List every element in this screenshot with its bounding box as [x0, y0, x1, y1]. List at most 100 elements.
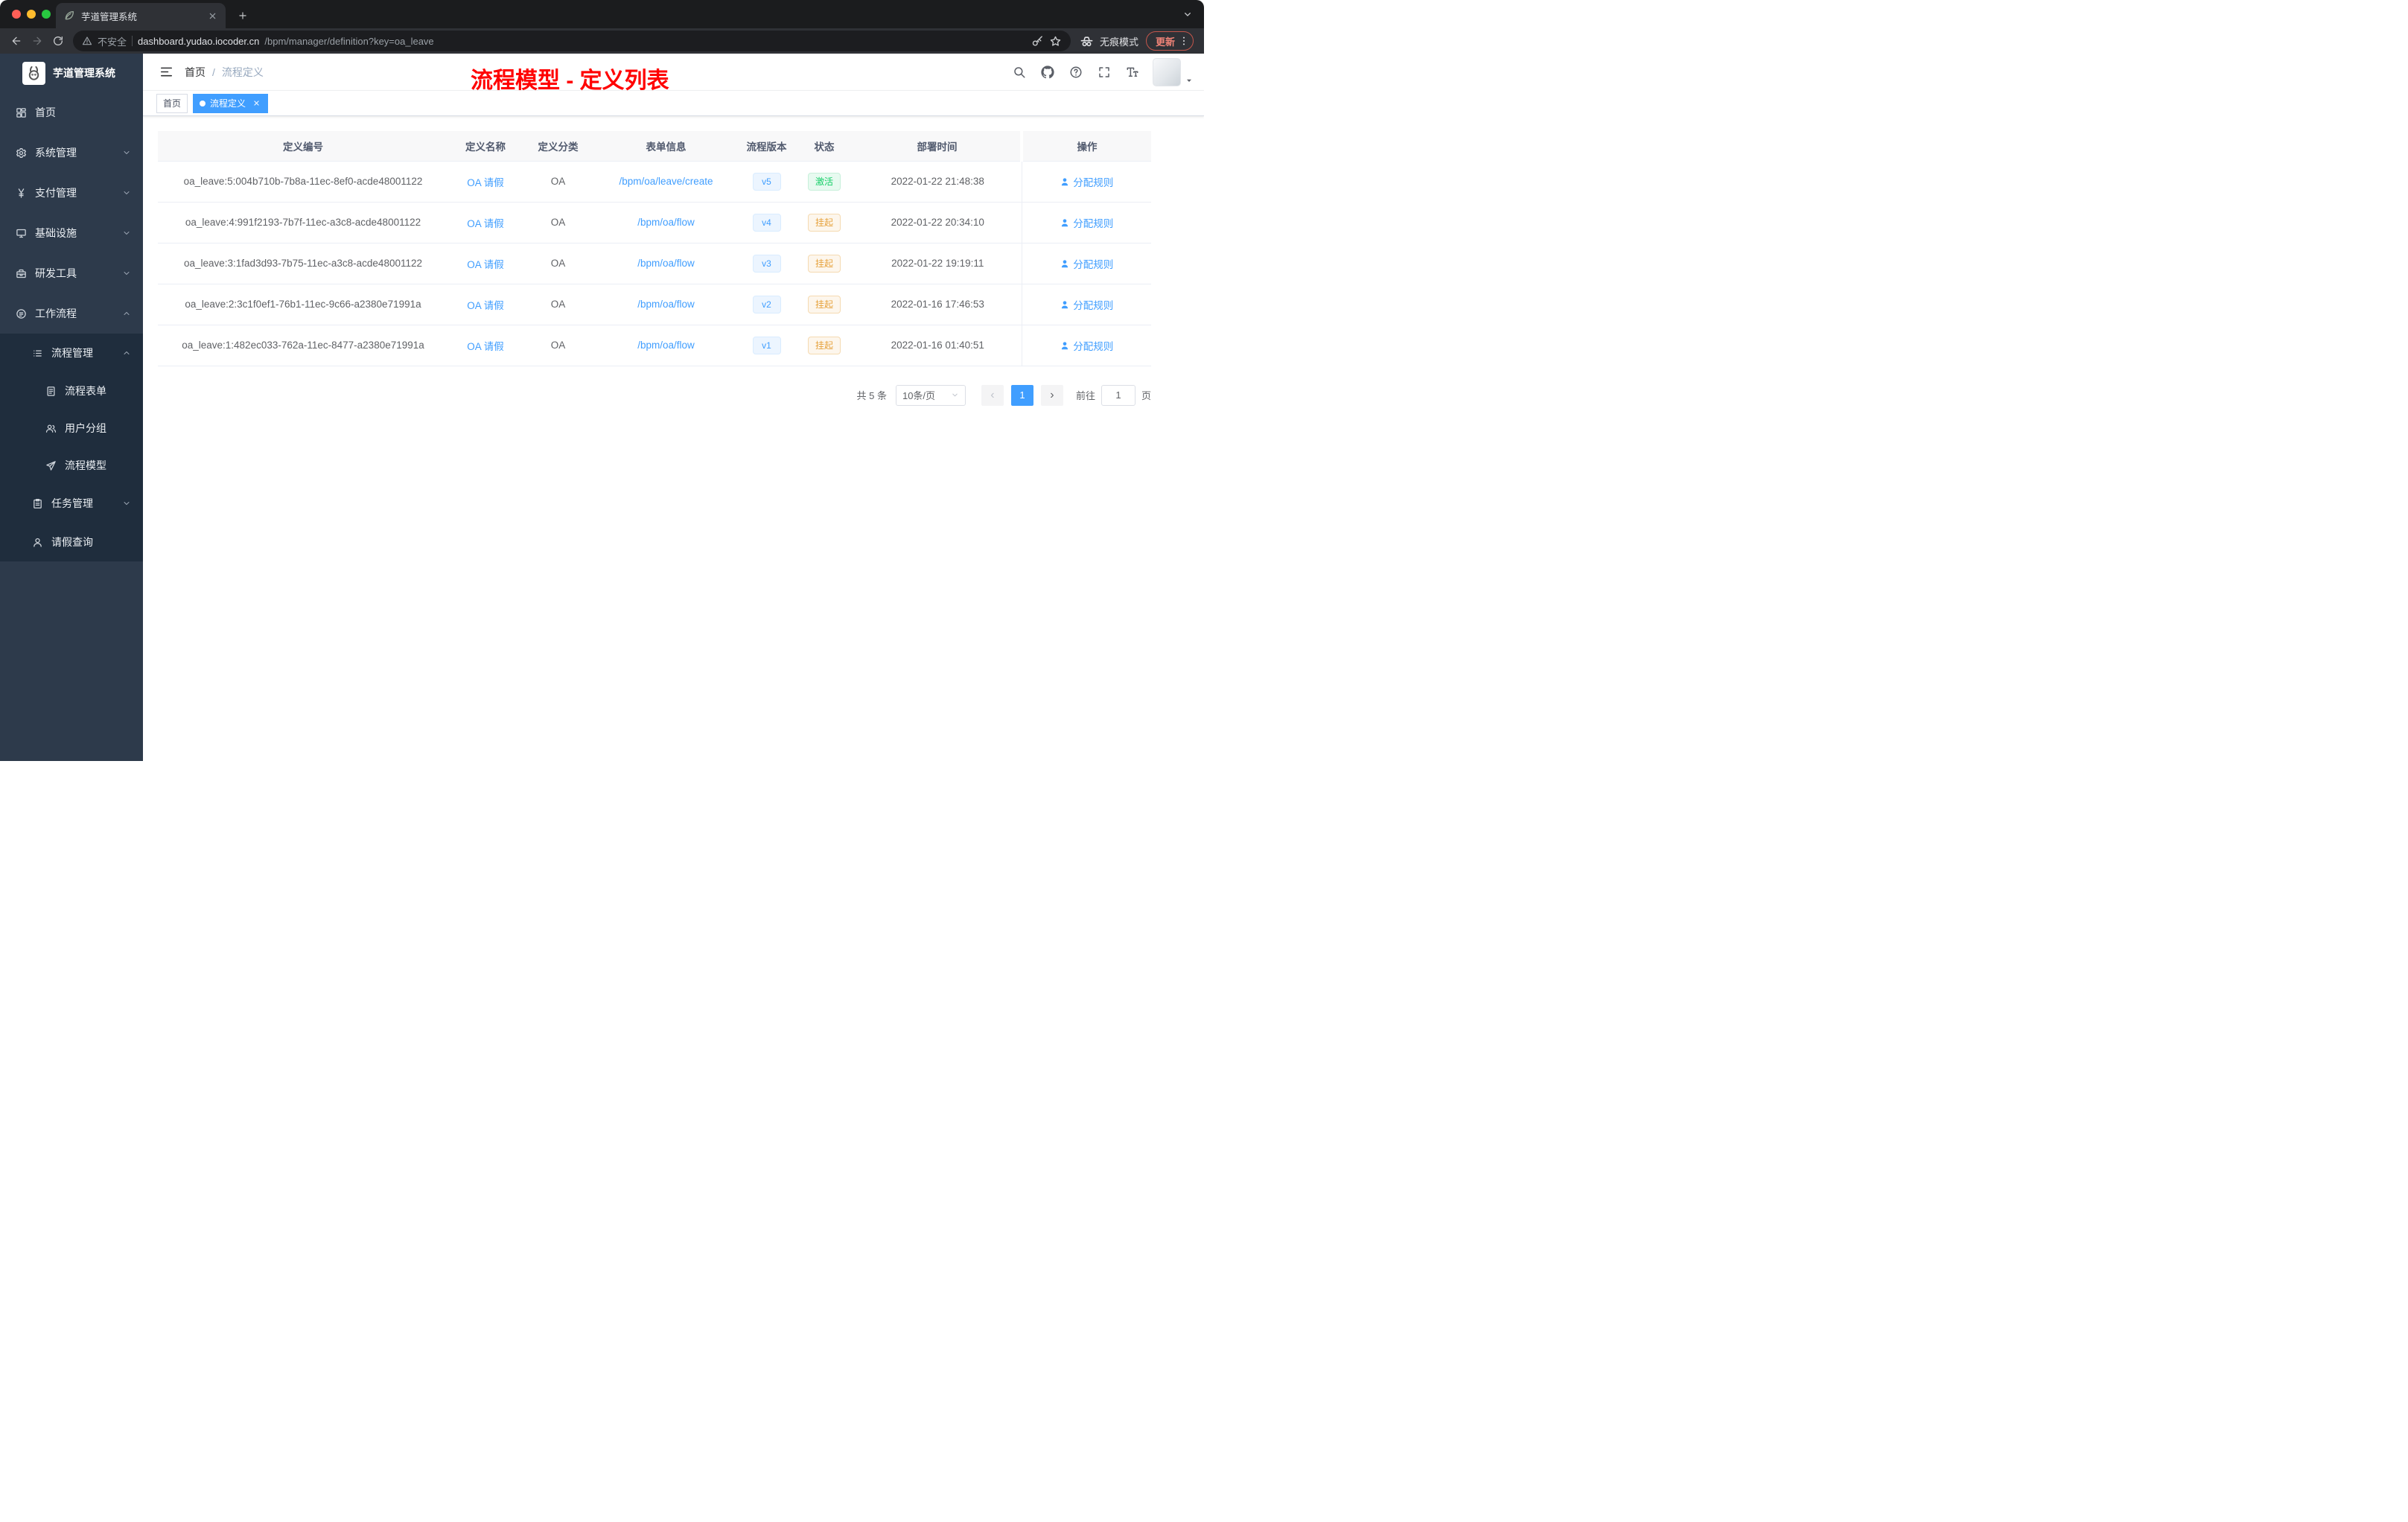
sidebar: 芋道管理系统 首页系统管理支付管理基础设施研发工具工作流程 流程管理 流程表单 用户分… [0, 54, 143, 761]
browser-menu-dots-icon[interactable] [1178, 35, 1190, 47]
sidebar-item-task-management[interactable]: 任务管理 [0, 484, 143, 523]
form-link[interactable]: /bpm/oa/flow [637, 258, 695, 269]
status-badge: 激活 [807, 172, 841, 191]
sidebar-item-label: 支付管理 [35, 187, 77, 199]
sidebar-item-dev-tools[interactable]: 研发工具 [0, 253, 143, 293]
definition-name-link[interactable]: OA 请假 [467, 218, 504, 229]
pagination-total: 共 5 条 [856, 390, 887, 401]
sidebar-item-label: 请假查询 [51, 536, 93, 548]
minimize-window-button[interactable] [27, 10, 36, 19]
sidebar-item-label: 系统管理 [35, 147, 77, 159]
assign-rule-button[interactable]: 分配规则 [1060, 297, 1113, 312]
sidebar-item-payment-management[interactable]: 支付管理 [0, 173, 143, 213]
user-avatar[interactable] [1153, 57, 1181, 86]
page-1-button[interactable]: 1 [1010, 384, 1033, 406]
sidebar-item-process-form[interactable]: 流程表单 [0, 372, 143, 410]
assign-rule-button[interactable]: 分配规则 [1060, 215, 1113, 230]
password-key-icon[interactable] [1031, 35, 1044, 48]
deploy-time: 2022-01-22 20:34:10 [854, 202, 1022, 243]
browser-tab[interactable]: 芋道管理系统 [56, 3, 226, 28]
sidebar-item-process-management[interactable]: 流程管理 [0, 334, 143, 372]
hamburger-icon[interactable] [153, 60, 179, 85]
goto-page-input[interactable] [1101, 384, 1135, 406]
chevron-down-icon [122, 148, 131, 157]
prev-page-button[interactable]: ‹ [981, 384, 1004, 406]
user-icon [1060, 299, 1070, 310]
table-row: oa_leave:2:3c1f0ef1-76b1-11ec-9c66-a2380… [158, 284, 1151, 325]
zoom-window-button[interactable] [42, 10, 51, 19]
toolbox-icon [16, 268, 27, 279]
user-menu[interactable] [1153, 57, 1194, 86]
sidebar-item-leave-query[interactable]: 请假查询 [0, 523, 143, 561]
sidebar-item-label: 研发工具 [35, 267, 77, 279]
sidebar-item-label: 基础设施 [35, 227, 77, 239]
github-icon[interactable] [1035, 60, 1060, 84]
app-title: 芋道管理系统 [53, 67, 115, 79]
form-link[interactable]: /bpm/oa/flow [637, 299, 695, 310]
back-button[interactable] [6, 31, 27, 51]
form-link[interactable]: /bpm/oa/leave/create [619, 176, 713, 187]
sidebar-item-user-group[interactable]: 用户分组 [0, 410, 143, 447]
close-tab-icon[interactable] [206, 10, 218, 22]
font-size-icon[interactable] [1120, 60, 1144, 84]
definition-name-link[interactable]: OA 请假 [467, 300, 504, 311]
definition-id: oa_leave:3:1fad3d93-7b75-11ec-a3c8-acde4… [158, 243, 448, 284]
page-size-select[interactable]: 10条/页 [895, 384, 966, 406]
table-row: oa_leave:4:991f2193-7b7f-11ec-a3c8-acde4… [158, 202, 1151, 243]
app-logo[interactable]: 芋道管理系统 [0, 54, 143, 92]
logo-rabbit-icon [22, 61, 45, 85]
browser-window: 芋道管理系统 不安全 dashboard.yudao.iocoder.cn/bp… [0, 0, 1204, 761]
close-tag-icon[interactable] [251, 98, 261, 109]
sidebar-item-infrastructure[interactable]: 基础设施 [0, 213, 143, 253]
next-page-button[interactable]: › [1040, 384, 1063, 406]
deploy-time: 2022-01-22 21:48:38 [854, 161, 1022, 203]
warning-icon[interactable] [82, 36, 92, 46]
column-header: 状态 [794, 131, 854, 162]
person-icon [32, 537, 43, 548]
definition-category: OA [523, 243, 593, 284]
new-tab-button[interactable] [233, 6, 252, 25]
reload-button[interactable] [48, 31, 69, 51]
definition-name-link[interactable]: OA 请假 [467, 177, 504, 188]
definition-name-link[interactable]: OA 请假 [467, 259, 504, 270]
deploy-time: 2022-01-16 01:40:51 [854, 325, 1022, 366]
tab-title: 芋道管理系统 [81, 11, 138, 22]
tab-search-chevron-icon[interactable] [1182, 8, 1194, 20]
assign-rule-button[interactable]: 分配规则 [1060, 256, 1113, 271]
assign-rule-button[interactable]: 分配规则 [1060, 174, 1113, 189]
favicon-leaf-icon [63, 10, 75, 22]
sidebar-item-process-model[interactable]: 流程模型 [0, 447, 143, 484]
workflow-icon [16, 308, 27, 319]
definition-name-link[interactable]: OA 请假 [467, 341, 504, 352]
breadcrumb: 首页 / 流程定义 [185, 65, 264, 80]
column-header: 定义编号 [158, 131, 448, 162]
tag-home[interactable]: 首页 [156, 93, 188, 113]
definition-table: 定义编号 定义名称 定义分类 表单信息 流程版本 状态 部署时间 操作 oa_leave:5:… [158, 131, 1151, 366]
close-window-button[interactable] [12, 10, 21, 19]
sidebar-item-system-management[interactable]: 系统管理 [0, 133, 143, 173]
assign-rule-button[interactable]: 分配规则 [1060, 338, 1113, 353]
column-header: 操作 [1020, 131, 1151, 162]
help-icon[interactable] [1063, 60, 1088, 84]
version-badge: v2 [752, 295, 781, 313]
yen-icon [16, 188, 27, 199]
traffic-lights [12, 10, 51, 19]
browser-update-button[interactable]: 更新 [1145, 31, 1194, 51]
sidebar-item-workflow[interactable]: 工作流程 [0, 293, 143, 334]
paper-plane-icon [45, 460, 57, 471]
address-bar[interactable]: 不安全 dashboard.yudao.iocoder.cn/bpm/manag… [73, 31, 1071, 51]
bookmark-star-icon[interactable] [1049, 35, 1062, 48]
form-link[interactable]: /bpm/oa/flow [637, 217, 695, 228]
tag-process-definition[interactable]: 流程定义 [193, 93, 269, 113]
breadcrumb-home[interactable]: 首页 [185, 65, 206, 80]
monitor-icon [16, 228, 27, 239]
form-link[interactable]: /bpm/oa/flow [637, 340, 695, 351]
fullscreen-icon[interactable] [1092, 60, 1116, 84]
search-icon[interactable] [1007, 60, 1031, 84]
forward-button[interactable] [27, 31, 48, 51]
sidebar-item-home[interactable]: 首页 [0, 92, 143, 133]
users-icon [45, 423, 57, 434]
definition-id: oa_leave:5:004b710b-7b8a-11ec-8ef0-acde4… [158, 161, 448, 203]
clipboard-icon [32, 498, 43, 509]
chevron-down-icon [122, 499, 131, 508]
